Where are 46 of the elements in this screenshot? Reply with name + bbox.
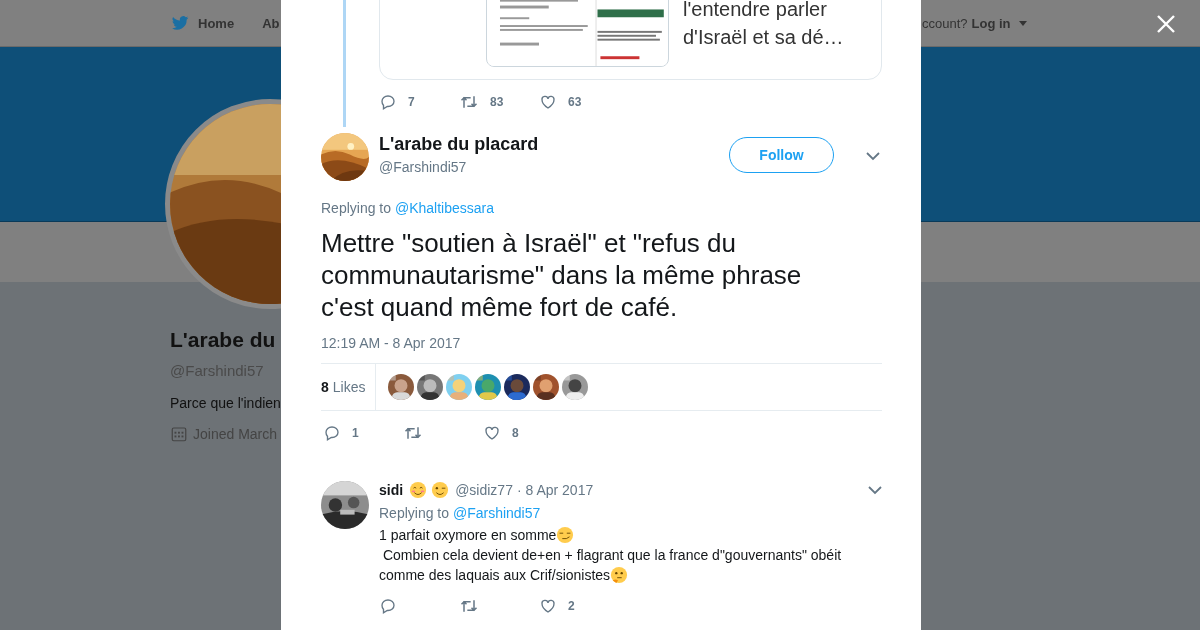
thinking-emoji-icon bbox=[610, 566, 629, 584]
reply-author-handle: @sidiz77 bbox=[455, 482, 513, 498]
like-button[interactable]: 8 bbox=[483, 424, 563, 442]
reply-author-name: sidi bbox=[379, 482, 404, 498]
bird-icon bbox=[170, 13, 190, 33]
retweet-button[interactable]: 83 bbox=[459, 92, 539, 112]
follow-button[interactable]: Follow bbox=[729, 137, 834, 173]
profile-bio: Parce que l'indien bbox=[170, 395, 281, 411]
reply-text: 1 parfait oxymore en somme bbox=[379, 526, 557, 545]
heart-icon bbox=[483, 424, 501, 442]
nav-link[interactable]: Home bbox=[170, 13, 235, 33]
smirking-emoji-icon bbox=[556, 526, 575, 544]
smiling-emoji-icon bbox=[409, 481, 428, 499]
likes-count[interactable]: 8 Likes bbox=[321, 364, 377, 410]
media-card[interactable]: l'entendre parler d'Israël et sa dé… bbox=[379, 0, 882, 80]
reply-icon bbox=[323, 424, 341, 442]
caret-icon bbox=[1018, 21, 1027, 26]
profile-name: L'arabe du bbox=[170, 328, 276, 352]
winking-emoji-icon bbox=[431, 481, 450, 499]
chevron-down-icon[interactable] bbox=[866, 151, 880, 161]
like-button[interactable]: 63 bbox=[539, 93, 619, 111]
card-text: l'entendre parler bbox=[683, 0, 828, 22]
replying-to-text: Replying to @Khaltibessara bbox=[321, 200, 495, 216]
nav-link[interactable]: Ab bbox=[262, 15, 280, 31]
reply-date: · 8 Apr 2017 bbox=[516, 482, 595, 498]
card-text: d'Israël et sa dé… bbox=[683, 25, 844, 50]
reply-text: Combien cela devient de+en + flagrant que la france d"gouvernants" obéit bbox=[381, 546, 842, 565]
tweet-text: Mettre "soutien à Israël" et "refus du communautarisme" dans la même phrase c'est quand même fort de café. bbox=[321, 227, 803, 323]
heart-icon bbox=[539, 597, 557, 615]
reply-button[interactable]: 1 bbox=[323, 424, 403, 442]
reply-text: comme des laquais aux Crif/sionistes bbox=[379, 566, 611, 585]
mention-link[interactable]: @Khaltibessara bbox=[394, 200, 494, 216]
author-name: L'arabe du placard bbox=[379, 134, 540, 155]
chevron-down-icon[interactable] bbox=[868, 485, 882, 495]
author-handle: @Farshindi57 bbox=[379, 159, 468, 175]
reply-icon bbox=[379, 93, 397, 111]
calendar-icon bbox=[170, 425, 188, 443]
timestamp: 12:19 AM - 8 Apr 2017 bbox=[321, 335, 882, 364]
login-prompt: ccount? bbox=[922, 16, 968, 31]
replying-to-text: Replying to @Farshindi57 bbox=[379, 505, 542, 521]
reply-button[interactable]: 7 bbox=[379, 93, 459, 111]
mention-link[interactable]: @Farshindi57 bbox=[452, 505, 541, 521]
reply-icon bbox=[379, 597, 397, 615]
login-button[interactable]: Log in bbox=[971, 16, 1027, 31]
like-button[interactable]: 2 bbox=[539, 597, 619, 615]
heart-icon bbox=[539, 93, 557, 111]
